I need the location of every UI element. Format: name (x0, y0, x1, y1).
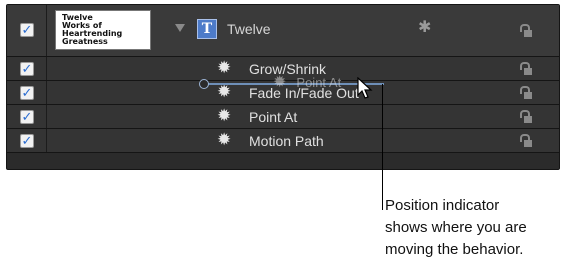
behavior-row-motion-path[interactable]: ✓ ✹ Motion Path (7, 129, 559, 153)
behavior-name[interactable]: Point At (249, 109, 297, 125)
activation-column: ✓ (7, 105, 47, 128)
activation-column: ✓ (7, 81, 47, 104)
gear-icon: ✱ (418, 19, 432, 36)
layer-row-twelve[interactable]: ✓ Twelve Works of Heartrending Greatness… (7, 5, 559, 57)
gear-icon: ✹ (217, 82, 232, 101)
behavior-enable-checkbox[interactable]: ✓ (20, 134, 34, 148)
behavior-name[interactable]: Motion Path (249, 133, 324, 149)
ghost-label: Point At (296, 75, 342, 90)
lock-icon[interactable] (520, 24, 532, 38)
layer-thumbnail: Twelve Works of Heartrending Greatness (55, 10, 151, 50)
activation-column: ✓ (7, 5, 47, 56)
gear-icon: ✹ (217, 58, 232, 77)
dragged-behavior-ghost[interactable]: ✹ Point At (273, 72, 341, 92)
lock-icon[interactable] (520, 134, 532, 148)
thumbnail-text-line: Greatness (62, 37, 108, 46)
callout-line: Position indicator (385, 197, 500, 214)
callout-leader-line (382, 84, 383, 210)
arrow-cursor-icon (357, 77, 373, 99)
behavior-enable-checkbox[interactable]: ✓ (20, 110, 34, 124)
lock-icon[interactable] (520, 110, 532, 124)
gear-icon: ✹ (273, 74, 287, 91)
behavior-enable-checkbox[interactable]: ✓ (20, 86, 34, 100)
behavior-row-point-at[interactable]: ✓ ✹ Point At (7, 105, 559, 129)
text-layer-icon: T (197, 19, 217, 39)
position-indicator-dot (199, 79, 209, 89)
callout-caption: Position indicator shows where you are m… (385, 195, 564, 261)
behavior-enable-checkbox[interactable]: ✓ (20, 62, 34, 76)
activation-column: ✓ (7, 129, 47, 152)
lock-icon[interactable] (520, 62, 532, 76)
gear-icon: ✹ (217, 130, 232, 149)
layer-enable-checkbox[interactable]: ✓ (20, 23, 34, 37)
activation-column: ✓ (7, 57, 47, 80)
callout-line: shows where you are (385, 219, 527, 236)
lock-icon[interactable] (520, 86, 532, 100)
gear-icon: ✹ (217, 106, 232, 125)
layer-name[interactable]: Twelve (227, 21, 271, 37)
disclosure-triangle-icon[interactable] (175, 24, 185, 32)
callout-line: moving the behavior. (385, 241, 524, 258)
